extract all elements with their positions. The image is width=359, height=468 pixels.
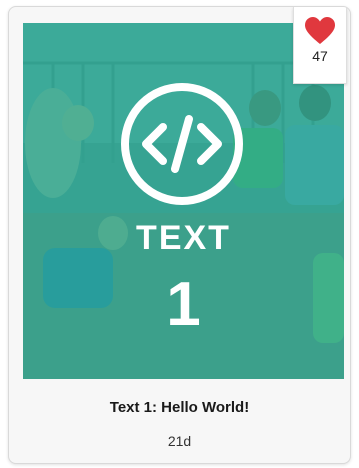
like-button[interactable]: 47 [293, 7, 347, 84]
like-count: 47 [312, 48, 328, 64]
content-card[interactable]: TEXT 1 47 Text 1: Hello World! 21d [8, 6, 351, 464]
thumbnail-number-label: 1 [166, 270, 201, 339]
card-title[interactable]: Text 1: Hello World! [9, 399, 350, 416]
card-age: 21d [167, 433, 192, 449]
thumbnail-type-label: TEXT [136, 219, 231, 257]
heart-icon [305, 17, 335, 44]
code-brackets-icon [119, 81, 245, 207]
